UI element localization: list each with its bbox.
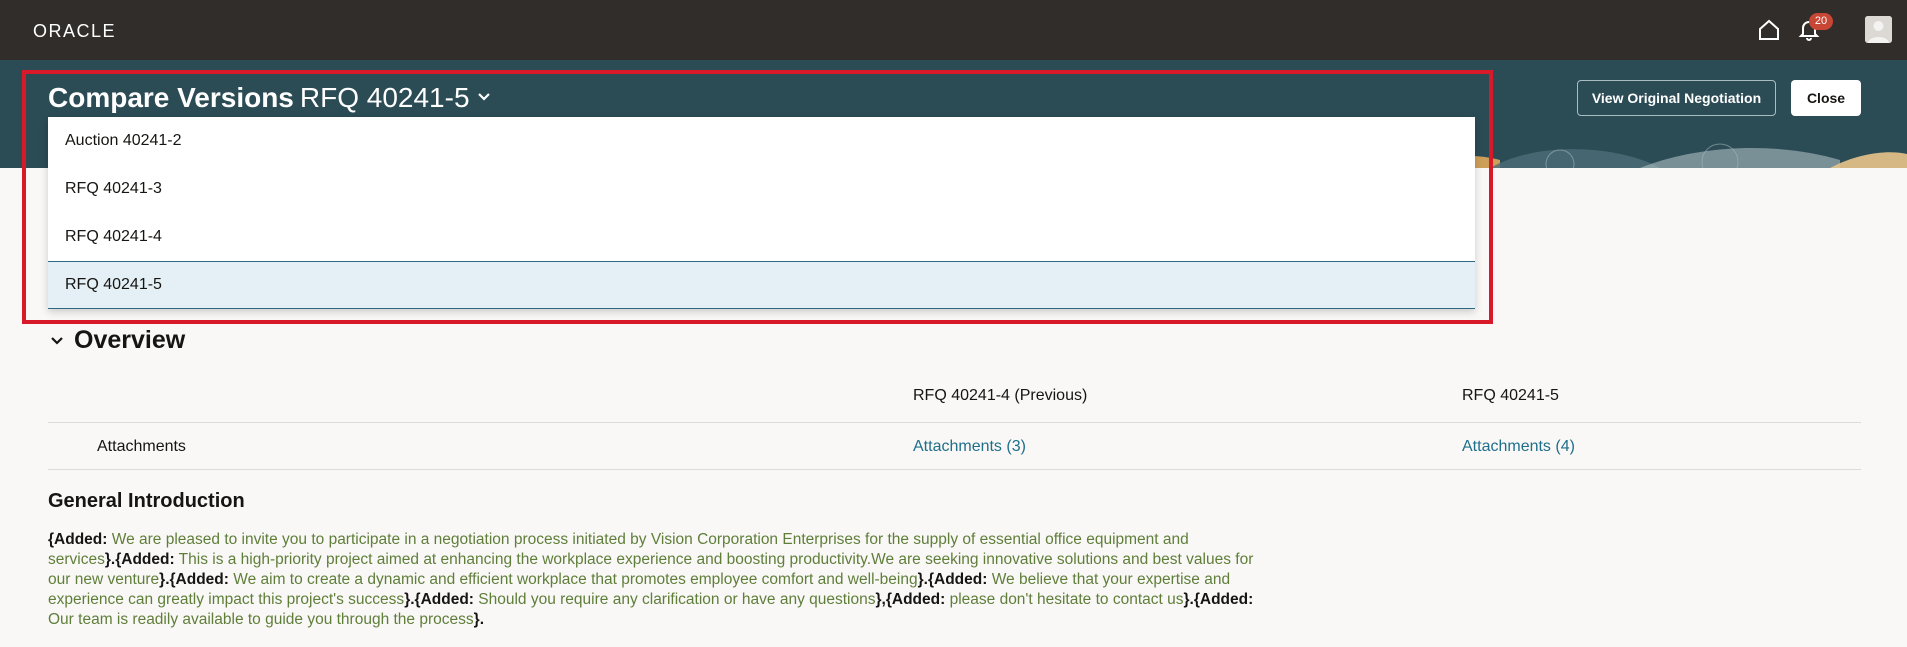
row-label-attachments: Attachments: [97, 438, 186, 455]
column-header-current: RFQ 40241-5: [1462, 387, 1559, 404]
dropdown-option-auction-40241-2[interactable]: Auction 40241-2: [48, 117, 1475, 165]
chevron-down-icon[interactable]: [476, 89, 492, 105]
dropdown-option-rfq-40241-4[interactable]: RFQ 40241-4: [48, 213, 1475, 261]
added-text: Our team is readily available to guide y…: [48, 611, 474, 628]
added-text: please don't hesitate to contact us: [945, 591, 1184, 608]
attachments-previous-link[interactable]: Attachments (3): [913, 438, 1026, 456]
home-icon[interactable]: [1757, 18, 1781, 42]
user-avatar[interactable]: [1865, 16, 1892, 43]
row-divider: [48, 469, 1861, 470]
column-header-previous: RFQ 40241-4 (Previous): [913, 387, 1088, 404]
oracle-logo[interactable]: ORACLE: [33, 21, 116, 42]
separator: .: [479, 611, 484, 628]
top-bar: ORACLE 20: [0, 0, 1907, 60]
general-introduction-text: {Added: We are pleased to invite you to …: [48, 530, 1258, 630]
page-title-label: Compare Versions: [48, 82, 294, 113]
added-text: Should you require any clarification or …: [473, 591, 876, 608]
general-introduction-title: General Introduction: [48, 490, 245, 512]
view-original-negotiation-button[interactable]: View Original Negotiation: [1577, 80, 1776, 116]
close-button[interactable]: Close: [1791, 80, 1861, 116]
chevron-down-icon[interactable]: [48, 332, 66, 350]
added-tag: {Added:: [1193, 591, 1254, 608]
added-tag: {Added:: [414, 591, 474, 608]
added-tag: {Added:: [115, 551, 175, 568]
row-divider: [48, 422, 1861, 423]
dropdown-option-rfq-40241-5[interactable]: RFQ 40241-5: [48, 261, 1475, 309]
attachments-current-link[interactable]: Attachments (4): [1462, 438, 1575, 456]
page-title[interactable]: Compare Versions RFQ 40241-5: [48, 82, 492, 114]
version-dropdown-list: Auction 40241-2 RFQ 40241-3 RFQ 40241-4 …: [48, 117, 1475, 309]
dropdown-option-rfq-40241-3[interactable]: RFQ 40241-3: [48, 165, 1475, 213]
added-tag: {Added:: [48, 531, 108, 548]
added-tag: {Added:: [927, 571, 988, 588]
overview-section-title: Overview: [74, 326, 186, 354]
added-tag: {Added:: [169, 571, 229, 588]
notification-badge: 20: [1809, 13, 1833, 30]
version-selector-value: RFQ 40241-5: [299, 82, 470, 113]
user-avatar-icon: [1865, 16, 1892, 43]
added-text: We aim to create a dynamic and efficient…: [228, 571, 918, 588]
added-tag: {Added:: [885, 591, 946, 608]
